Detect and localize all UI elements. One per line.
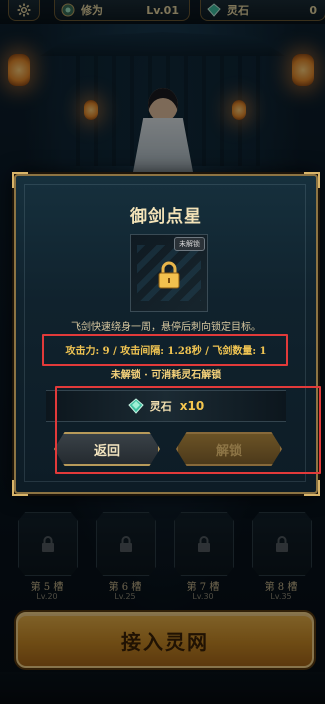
lock-icon [158, 261, 180, 289]
frame-corner [304, 480, 320, 496]
unlock-hint: 未解锁 · 可消耗灵石解锁 [110, 370, 222, 381]
locked-badge: 未解锁 [174, 237, 205, 251]
stats-highlight-box [42, 334, 288, 366]
frame-corner [304, 172, 320, 188]
dialog-title: 御剑点星 [130, 207, 202, 227]
skill-icon: 未解锁 [130, 234, 208, 312]
frame-corner [12, 480, 28, 496]
cost-highlight-box [55, 386, 321, 474]
skill-description: 飞剑快速绕身一周，悬停后刺向锁定目标。 [71, 322, 261, 333]
